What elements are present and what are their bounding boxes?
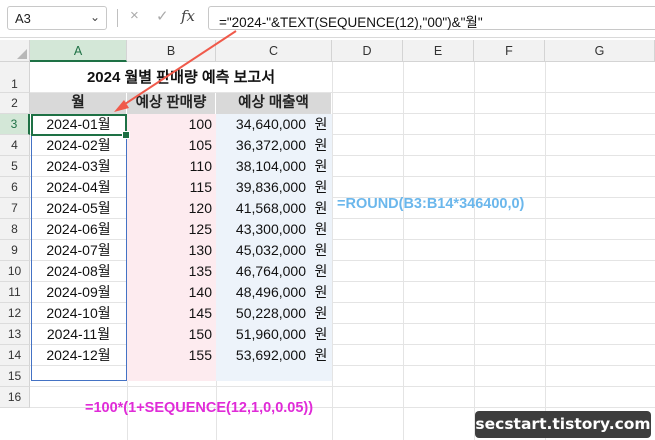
annotation-arrow xyxy=(114,30,237,112)
round-formula-note: =ROUND(B3:B14*346400,0) xyxy=(337,196,525,212)
arrow-line xyxy=(121,30,237,107)
watermark: secstart.tistory.com xyxy=(475,411,651,438)
sequence-formula-note: =100*(1+SEQUENCE(12,1,0,0.05)) xyxy=(85,400,314,416)
